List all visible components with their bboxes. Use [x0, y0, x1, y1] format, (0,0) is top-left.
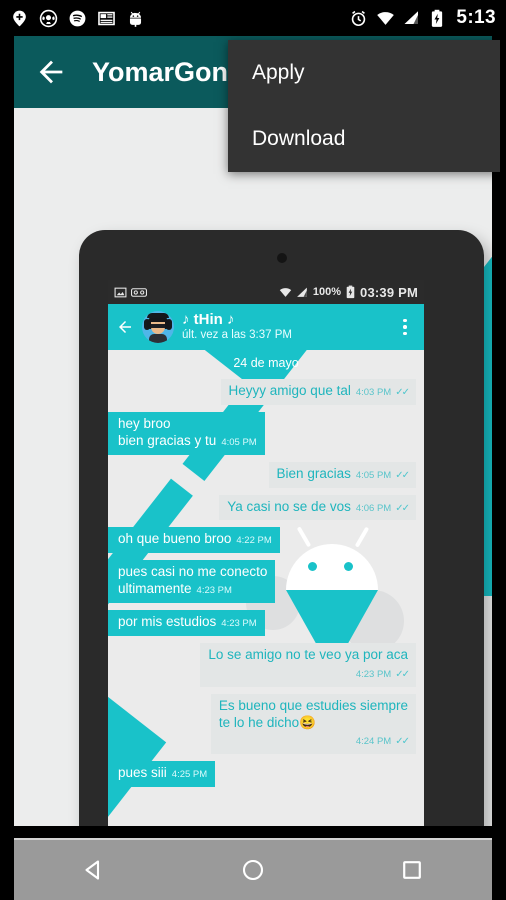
chat-header: ♪ tHin ♪ últ. vez a las 3:37 PM — [108, 304, 424, 350]
messages-container: 24 de mayo Heyyy amigo que tal 4:03 PM ✓✓ … — [108, 356, 416, 788]
message-time: 4:22 PM — [236, 535, 272, 547]
message-bubble[interactable]: Ya casi no se de vos 4:06 PM ✓✓ — [219, 494, 416, 521]
overflow-menu-icon[interactable] — [398, 318, 416, 336]
avatar[interactable] — [142, 311, 174, 343]
message-text: te lo he dicho😆 — [218, 714, 316, 730]
message-text: Heyyy amigo que tal — [228, 383, 351, 398]
chat-message-list[interactable]: 24 de mayo Heyyy amigo que tal 4:03 PM ✓✓ … — [108, 350, 424, 826]
page-title: YomarGonz — [92, 56, 242, 87]
message-row[interactable]: Heyyy amigo que tal 4:03 PM ✓✓ — [116, 379, 416, 405]
alarm-clock-icon — [352, 10, 366, 26]
message-text: bien gracias y tu — [118, 432, 217, 448]
message-time: 4:05 PM — [221, 436, 257, 448]
message-time: 4:06 PM — [355, 502, 392, 514]
battery-charging-icon — [432, 9, 443, 27]
os-status-bar: 5:13 — [0, 0, 506, 36]
contact-info: ♪ tHin ♪ últ. vez a las 3:37 PM — [182, 311, 292, 342]
message-row[interactable]: pues casi no me conecto ultimamente 4:23 … — [108, 560, 416, 603]
nav-home-circle-icon[interactable] — [233, 850, 273, 890]
read-ticks-icon: ✓✓ — [395, 736, 410, 748]
message-text: Lo se amigo no te veo ya por aca — [208, 646, 408, 662]
message-time: 4:23 PM — [355, 668, 392, 680]
message-text: Bien gracias — [276, 465, 351, 481]
message-text: Es bueno que estudies siempre — [218, 697, 408, 713]
message-time: 4:23 PM — [221, 618, 257, 629]
overflow-menu[interactable]: Apply Download — [228, 40, 500, 172]
nav-back-triangle-icon[interactable] — [74, 850, 114, 890]
status-left-icons — [10, 9, 145, 28]
contact-name: ♪ tHin ♪ — [182, 311, 235, 329]
menu-item-apply-label: Apply — [252, 61, 305, 84]
inner-status-bar: 100% 03:39 PM — [108, 280, 424, 304]
message-bubble[interactable]: pues siii 4:25 PM — [108, 761, 216, 788]
spotify-icon — [69, 10, 86, 26]
message-text: pues siii — [118, 765, 167, 781]
voicemail-icon — [131, 287, 147, 297]
location-plus-icon — [13, 10, 26, 26]
wifi-icon — [377, 11, 395, 25]
message-row[interactable]: Ya casi no se de vos 4:06 PM ✓✓ — [116, 494, 416, 521]
inner-status-right: 100% 03:39 PM — [279, 285, 418, 300]
message-text: por mis estudios — [118, 614, 217, 629]
menu-item-download-label: Download — [252, 127, 346, 150]
message-text: oh que bueno broo — [118, 531, 232, 547]
message-time: 4:03 PM — [355, 387, 392, 398]
read-ticks-icon: ✓✓ — [395, 387, 410, 398]
read-ticks-icon: ✓✓ — [395, 502, 410, 514]
message-bubble[interactable]: por mis estudios 4:23 PM — [108, 610, 265, 636]
message-time: 4:25 PM — [171, 769, 208, 781]
message-bubble[interactable]: Lo se amigo no te veo ya por aca 4:23 PM… — [200, 642, 416, 687]
wallpaper-preview[interactable]: 100% 03:39 PM ♪ tHin ♪ últ. vez a las 3:… — [14, 108, 492, 826]
message-text: ultimamente — [118, 581, 192, 597]
soccer-ball-icon — [39, 9, 58, 27]
message-bubble[interactable]: pues casi no me conecto ultimamente 4:23 … — [108, 560, 276, 603]
phone-mockup: 100% 03:39 PM ♪ tHin ♪ últ. vez a las 3:… — [79, 230, 484, 826]
message-time: 4:05 PM — [355, 469, 392, 481]
message-row[interactable]: hey broo bien gracias y tu 4:05 PM — [108, 411, 416, 455]
date-divider: 24 de mayo — [233, 356, 299, 370]
message-bubble[interactable]: Heyyy amigo que tal 4:03 PM ✓✓ — [220, 379, 416, 405]
read-ticks-icon: ✓✓ — [395, 469, 410, 481]
news-feed-icon — [98, 11, 115, 25]
message-row[interactable]: Lo se amigo no te veo ya por aca 4:23 PM… — [116, 642, 416, 687]
read-ticks-icon: ✓✓ — [395, 668, 410, 680]
inner-clock: 03:39 PM — [360, 284, 418, 300]
android-navigation-bar — [14, 838, 492, 900]
contact-last-seen: últ. vez a las 3:37 PM — [182, 328, 292, 341]
message-text: pues casi no me conecto — [118, 564, 268, 580]
back-arrow-icon[interactable] — [116, 318, 134, 336]
message-time: 4:23 PM — [196, 585, 232, 597]
message-row[interactable]: por mis estudios 4:23 PM — [108, 610, 416, 636]
android-bug-icon — [129, 11, 142, 27]
message-row[interactable]: pues siii 4:25 PM — [108, 761, 416, 788]
message-bubble[interactable]: hey broo bien gracias y tu 4:05 PM — [108, 411, 265, 455]
nav-recents-square-icon[interactable] — [392, 850, 432, 890]
message-row[interactable]: oh que bueno broo 4:22 PM — [108, 527, 416, 554]
cell-signal-icon — [404, 11, 419, 24]
message-row[interactable]: Es bueno que estudies siempre te lo he d… — [116, 693, 416, 755]
message-bubble[interactable]: oh que bueno broo 4:22 PM — [108, 527, 280, 554]
battery-charging-icon — [346, 285, 355, 299]
status-right-icons: 5:13 — [349, 7, 496, 29]
message-time: 4:24 PM — [355, 736, 392, 748]
menu-item-download[interactable]: Download — [228, 106, 500, 172]
back-arrow-icon[interactable] — [34, 55, 68, 89]
screen-root: 5:13 YomarGonz Apply Download 100% 03:39… — [0, 0, 506, 900]
cell-signal-icon — [296, 287, 307, 297]
battery-percent: 100% — [312, 286, 342, 298]
message-text: Ya casi no se de vos — [227, 498, 351, 514]
message-bubble[interactable]: Es bueno que estudies siempre te lo he d… — [210, 693, 416, 755]
phone-screen: 100% 03:39 PM ♪ tHin ♪ últ. vez a las 3:… — [108, 280, 424, 826]
image-icon — [114, 287, 127, 297]
os-clock: 5:13 — [456, 7, 496, 28]
menu-item-apply[interactable]: Apply — [228, 40, 500, 106]
message-bubble[interactable]: Bien gracias 4:05 PM ✓✓ — [268, 461, 416, 488]
wifi-icon — [279, 287, 292, 297]
phone-camera-dot — [276, 253, 287, 263]
message-text: hey broo — [118, 415, 171, 431]
message-row[interactable]: Bien gracias 4:05 PM ✓✓ — [116, 461, 416, 488]
